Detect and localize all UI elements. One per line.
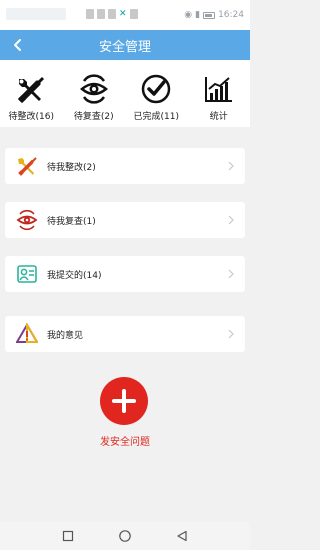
tab-pending-review[interactable]: 待复查(2)	[63, 60, 126, 127]
page-title: 安全管理	[98, 39, 151, 55]
check-circle-icon	[139, 72, 173, 106]
status-left-blurred	[6, 8, 66, 20]
tab-label: 待整改(16)	[8, 112, 54, 122]
chevron-right-icon	[225, 268, 237, 280]
square-icon	[63, 530, 74, 542]
list-item-label: 待我复查(1)	[47, 216, 96, 227]
system-nav-bar	[0, 522, 250, 550]
recent-apps-button[interactable]	[60, 528, 76, 544]
tab-label: 统计	[209, 112, 228, 122]
chevron-left-icon	[14, 39, 21, 51]
list-item-my-pending-review[interactable]: 待我复查(1)	[5, 202, 245, 238]
battery-icon	[203, 11, 216, 19]
eye-comfort-icon: ◉	[184, 10, 193, 20]
eye-icon	[15, 208, 39, 232]
list-item-my-feedback[interactable]: 我的意见	[5, 316, 245, 352]
user-card-icon	[15, 262, 39, 286]
eye-review-icon	[77, 72, 111, 106]
wrench-screwdriver-icon	[14, 72, 48, 106]
notification-icon	[97, 9, 105, 19]
back-button[interactable]	[8, 35, 28, 55]
tab-completed[interactable]: 已完成(11)	[125, 60, 188, 127]
app-header: 安全管理	[0, 30, 250, 60]
system-back-button[interactable]	[174, 528, 190, 544]
list-item-label: 我的意见	[47, 330, 84, 341]
add-safety-issue-button[interactable]	[100, 377, 148, 425]
tab-label: 已完成(11)	[133, 112, 179, 122]
chevron-right-icon	[225, 214, 237, 226]
tools-icon	[15, 154, 39, 178]
plus-icon	[112, 389, 136, 413]
notification-icon	[108, 9, 116, 19]
add-safety-issue-label[interactable]: 发安全问题	[0, 433, 250, 448]
notification-icon	[86, 9, 94, 19]
circle-icon	[119, 530, 131, 542]
signal-icon: ▮	[195, 10, 201, 20]
home-button[interactable]	[117, 528, 133, 544]
list-item-my-pending-fix[interactable]: 待我整改(2)	[5, 148, 245, 184]
app-notification-icon: ✕	[119, 9, 127, 19]
chevron-right-icon	[225, 328, 237, 340]
status-right: ◉ ▮ 16:24	[184, 10, 244, 20]
chevron-right-icon	[225, 160, 237, 172]
notification-icon	[129, 9, 138, 19]
triangle-back-icon	[177, 530, 187, 542]
list-item-my-submitted[interactable]: 我提交的(14)	[5, 256, 245, 292]
bar-chart-icon	[202, 72, 236, 106]
warning-triangle-icon	[15, 322, 39, 346]
clock-text: 16:24	[218, 10, 244, 20]
status-bar: ✕ ◉ ▮ 16:24	[0, 0, 250, 30]
tab-label: 待复查(2)	[73, 112, 114, 122]
tab-pending-fix[interactable]: 待整改(16)	[0, 60, 63, 127]
list-item-label: 待我整改(2)	[47, 162, 96, 173]
status-system-icons: ✕	[86, 9, 138, 19]
status-tabs: 待整改(16) 待复查(2) 已完成(11) 统计	[0, 60, 250, 127]
list-item-label: 我提交的(14)	[47, 270, 102, 281]
tab-statistics[interactable]: 统计	[188, 60, 251, 127]
